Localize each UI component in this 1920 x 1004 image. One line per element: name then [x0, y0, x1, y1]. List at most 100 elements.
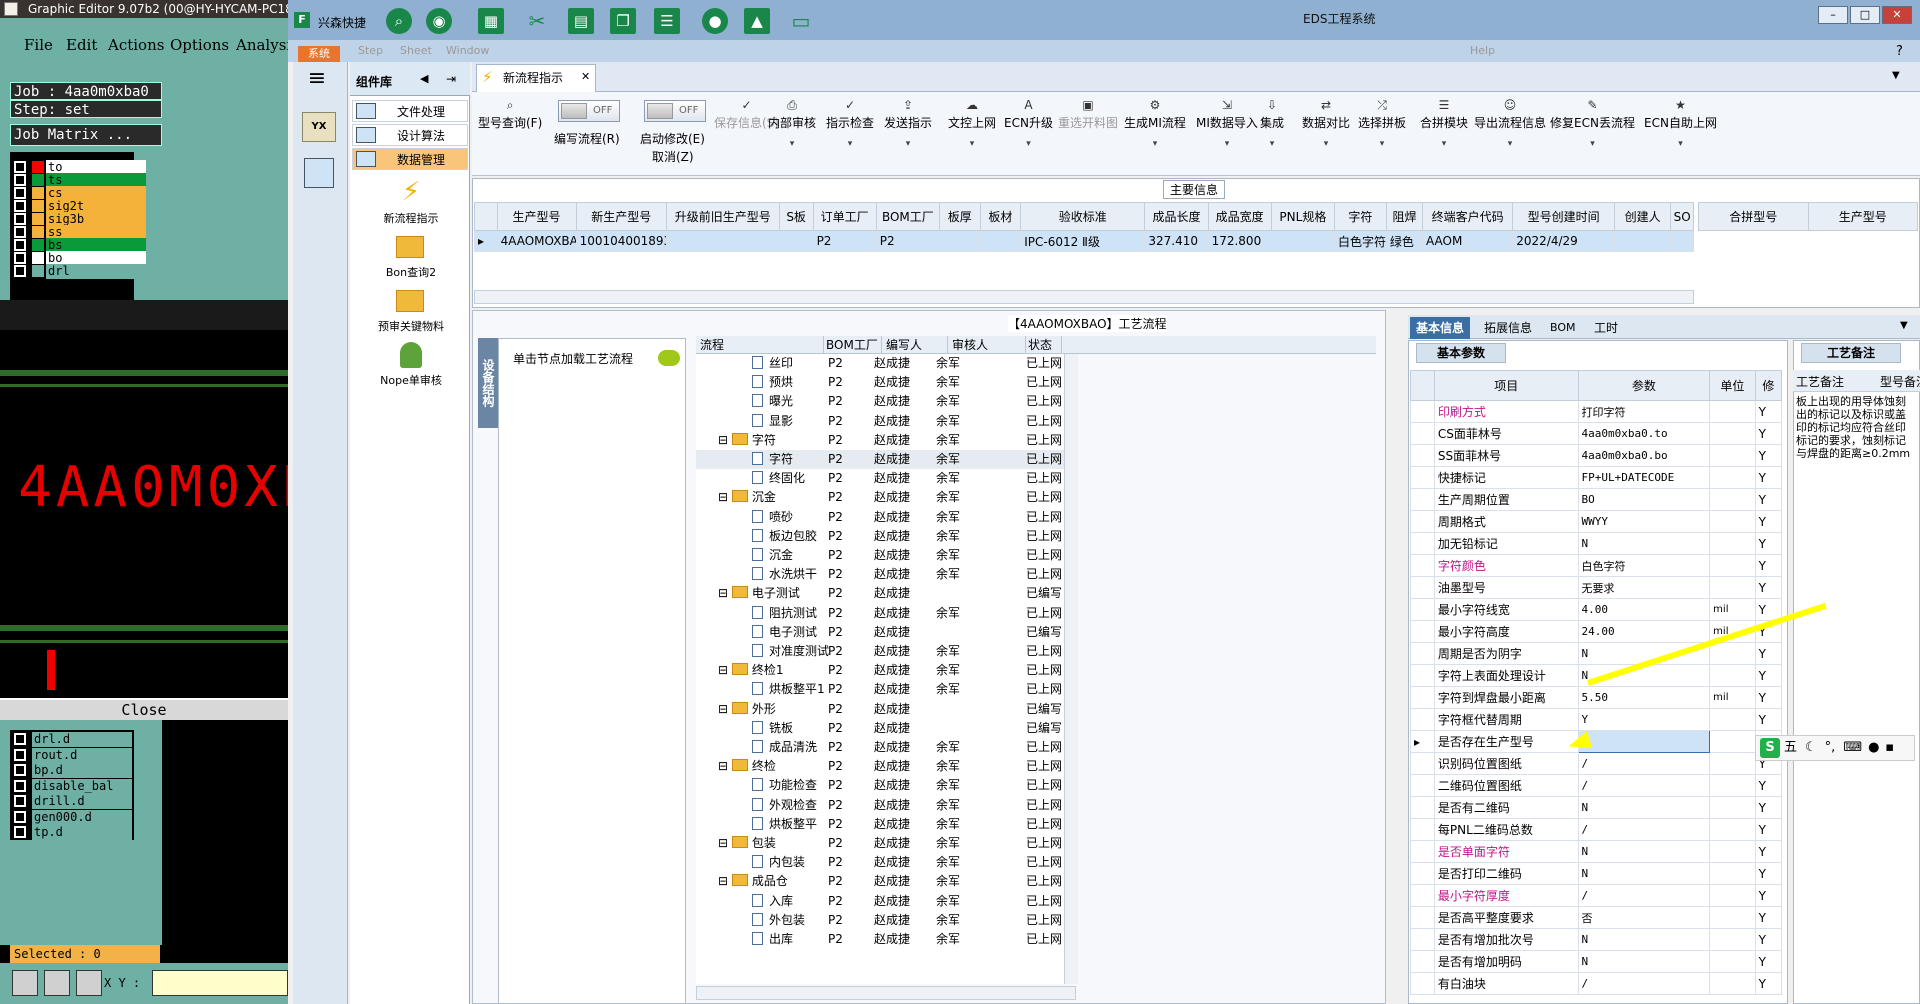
- param-value[interactable]: N: [1577, 862, 1711, 885]
- tab-bom[interactable]: BOM: [1544, 317, 1582, 339]
- layer-row[interactable]: tp.d: [14, 825, 132, 840]
- toolbar-compare-button[interactable]: ⇄ 数据对比 ▾: [1302, 98, 1350, 149]
- table-row[interactable]: 二维码位置图纸 / Y: [1410, 774, 1783, 797]
- toolbar-check-button[interactable]: ✓ 指示检查 ▾: [826, 98, 874, 149]
- list-item[interactable]: 预烘 P2 赵成捷 余军 已上网: [696, 373, 1066, 392]
- layer-checkbox[interactable]: [14, 174, 26, 186]
- monitor-icon[interactable]: ▭: [788, 8, 814, 34]
- user-icon[interactable]: [400, 342, 422, 368]
- collapse-icon[interactable]: ⊟: [718, 490, 732, 504]
- toolbar-download-button[interactable]: ⇩ 集成 ▾: [1260, 98, 1284, 149]
- job-matrix-button[interactable]: Job Matrix ...: [10, 124, 162, 146]
- table-cell[interactable]: [1670, 230, 1694, 252]
- zoom-tool-icon[interactable]: [12, 970, 38, 996]
- search-icon[interactable]: ⌕: [386, 8, 412, 34]
- tab-basic-info[interactable]: 基本信息: [1410, 317, 1471, 339]
- param-value[interactable]: N: [1577, 796, 1711, 819]
- list-item[interactable]: ⊟ 沉金 P2 赵成捷 余军 已上网: [696, 488, 1066, 507]
- table-row[interactable]: 是否单面字符 N Y: [1410, 840, 1783, 863]
- tab-extended-info[interactable]: 拓展信息: [1478, 317, 1538, 339]
- table-cell[interactable]: P2: [812, 230, 877, 252]
- nav-back-icon[interactable]: ◀: [420, 72, 428, 85]
- table-cell[interactable]: [665, 230, 780, 252]
- folder-icon[interactable]: [396, 236, 424, 258]
- table-row[interactable]: 是否有增加批次号 N Y: [1410, 928, 1783, 951]
- list-item[interactable]: 字符 P2 赵成捷 余军 已上网: [696, 450, 1066, 469]
- tool-bom-query[interactable]: Bon查询2: [356, 264, 466, 280]
- xy-input[interactable]: [152, 970, 288, 996]
- toolbar-gears-button[interactable]: ⚙ 生成MI流程 ▾: [1124, 98, 1186, 149]
- table-cell[interactable]: AAOM: [1421, 230, 1514, 252]
- close-button[interactable]: Close: [0, 698, 288, 720]
- layer-row[interactable]: drl: [14, 264, 146, 279]
- param-value[interactable]: 24.00: [1577, 620, 1711, 643]
- collapse-icon[interactable]: ⊟: [718, 874, 732, 888]
- toggle-write-flow[interactable]: OFF: [558, 100, 620, 122]
- layer-row[interactable]: gen000.d: [14, 809, 132, 825]
- table-row[interactable]: 最小字符线宽 4.00 mil Y: [1410, 598, 1783, 621]
- ime-toolbar[interactable]: S 五 ☾ °, ⌨ ● ▪: [1755, 735, 1915, 761]
- table-row[interactable]: 是否打印二维码 N Y: [1410, 862, 1783, 885]
- table-cell[interactable]: [1613, 230, 1672, 252]
- horizontal-scrollbar[interactable]: [474, 290, 1694, 304]
- table-cell[interactable]: 10010400189342: [575, 230, 667, 252]
- layer-checkbox[interactable]: [14, 748, 26, 761]
- list-item[interactable]: ⊟ 字符 P2 赵成捷 余军 已上网: [696, 431, 1066, 450]
- param-value[interactable]: WWYY: [1577, 510, 1711, 533]
- user-icon[interactable]: ●: [702, 8, 728, 34]
- layer-row[interactable]: rout.d: [14, 747, 132, 763]
- list-item[interactable]: 外包装 P2 赵成捷 余军 已上网: [696, 911, 1066, 930]
- list-item[interactable]: 终固化 P2 赵成捷 余军 已上网: [696, 469, 1066, 488]
- table-row[interactable]: 字符框代替周期 Y Y: [1410, 708, 1783, 731]
- toolbar-list-button[interactable]: ☰ 合拼模块 ▾: [1420, 98, 1468, 149]
- collapse-icon[interactable]: ⊟: [718, 759, 732, 773]
- table-row[interactable]: 识别码位置图纸 / Y: [1410, 752, 1783, 775]
- table-row[interactable]: 快捷标记 FP+UL+DATECODE Y: [1410, 466, 1783, 489]
- param-value[interactable]: 4aa0m0xba0.to: [1577, 422, 1711, 445]
- table-row[interactable]: ▸是否存在生产型号NY: [1410, 730, 1783, 753]
- table-row[interactable]: 加无铅标记 N Y: [1410, 532, 1783, 555]
- tab-work-hours[interactable]: 工时: [1588, 317, 1624, 339]
- side-tab-equipment[interactable]: 设备结构: [478, 338, 498, 428]
- toggle-enable-edit[interactable]: OFF: [644, 100, 706, 122]
- table-row[interactable]: 字符到焊盘最小距离 5.50 mil Y: [1410, 686, 1783, 709]
- table-row[interactable]: CS面菲林号 4aa0m0xba0.to Y: [1410, 422, 1783, 445]
- hamburger-icon[interactable]: ≡: [302, 68, 332, 90]
- table-row[interactable]: 每PNL二维码总数 / Y: [1410, 818, 1783, 841]
- table-row[interactable]: 是否高平整度要求否 Y: [1410, 906, 1783, 929]
- horizontal-scrollbar[interactable]: [696, 986, 1076, 1000]
- grid-tool-icon[interactable]: [76, 970, 102, 996]
- table-cell[interactable]: IPC-6012 Ⅱ级: [1020, 230, 1146, 252]
- list-item[interactable]: 电子测试 P2 赵成捷 已编写: [696, 623, 1066, 642]
- param-value[interactable]: /: [1577, 884, 1711, 907]
- tool-new-flow[interactable]: 新流程指示: [356, 210, 466, 226]
- collapse-icon[interactable]: ⊟: [718, 663, 732, 677]
- table-row[interactable]: 有白油块 / Y: [1410, 972, 1783, 995]
- chevron-down-icon[interactable]: ▼: [1892, 70, 1900, 81]
- list-item[interactable]: 烘板整平 P2 赵成捷 余军 已上网: [696, 815, 1066, 834]
- list-item[interactable]: ⊟ 成品仓 P2 赵成捷 余军 已上网: [696, 872, 1066, 891]
- toolbar-cloud-upload-button[interactable]: ☁ 文控上网 ▾: [948, 98, 996, 149]
- toolbar-import-button[interactable]: ⇲ MI数据导入 ▾: [1196, 98, 1258, 149]
- vertical-scrollbar[interactable]: [1064, 354, 1078, 984]
- table-row[interactable]: 生产周期位置 BO Y: [1410, 488, 1783, 511]
- toolbar-star-button[interactable]: ★ ECN自助上网 ▾: [1644, 98, 1717, 149]
- close-window-button[interactable]: ✕: [1882, 6, 1912, 24]
- menu-file[interactable]: File: [24, 36, 53, 54]
- param-value[interactable]: Y: [1577, 708, 1711, 731]
- tab-new-flow[interactable]: 新流程指示: [476, 64, 596, 92]
- scissors-icon[interactable]: ✂: [524, 8, 550, 34]
- table-row[interactable]: 周期是否为阴字 N Y: [1410, 642, 1783, 665]
- layer-checkbox[interactable]: [14, 265, 26, 277]
- param-value[interactable]: FP+UL+DATECODE: [1577, 466, 1711, 489]
- toolbar-shuffle-button[interactable]: ⤮ 选择拼板 ▾: [1358, 98, 1406, 149]
- list-item[interactable]: 入库 P2 赵成捷 余军 已上网: [696, 892, 1066, 911]
- list-item[interactable]: ⊟ 包装 P2 赵成捷 余军 已上网: [696, 834, 1066, 853]
- list-item[interactable]: 成品清洗 P2 赵成捷 余军 已上网: [696, 738, 1066, 757]
- list-item[interactable]: ⊟ 终检1 P2 赵成捷 余军 已上网: [696, 661, 1066, 680]
- cancel-button[interactable]: 取消(Z): [652, 148, 694, 165]
- yx-module-icon[interactable]: YX: [302, 112, 336, 142]
- folder-icon[interactable]: [396, 290, 424, 312]
- chevron-down-icon[interactable]: ▼: [1900, 320, 1908, 331]
- param-value[interactable]: N: [1577, 928, 1711, 951]
